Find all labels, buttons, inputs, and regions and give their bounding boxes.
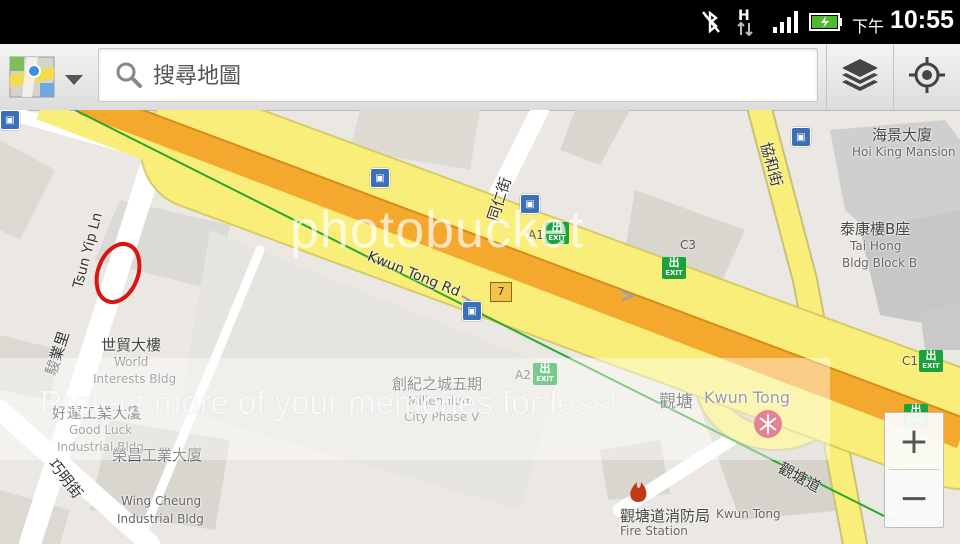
place-fire-station-zh: 觀塘道消防局 (620, 507, 711, 525)
search-icon (115, 61, 143, 93)
maps-toolbar (0, 44, 960, 111)
my-location-button[interactable] (893, 44, 960, 110)
bus-stop-icon[interactable]: ▣ (370, 168, 390, 188)
map-search-field[interactable] (98, 48, 818, 102)
signal-icon (770, 8, 802, 36)
place-fire-station-en2: Fire Station (620, 524, 688, 538)
app-menu-button[interactable] (0, 44, 92, 110)
map-canvas[interactable]: Kwun Tong Rd 7 Tsun Yip Ln 駿業里 協和街 同仁街 巧… (0, 110, 960, 544)
exit-icon[interactable]: 出EXIT (662, 257, 686, 279)
place-tai-hong-en2: Bldg Block B (842, 256, 918, 270)
layers-icon (840, 57, 880, 97)
my-location-icon (908, 56, 946, 98)
battery-charging-icon (808, 8, 844, 36)
place-tai-hong-en1: Tai Hong (850, 239, 902, 253)
route-badge: 7 (490, 282, 512, 302)
exit-icon[interactable]: 出EXIT (919, 350, 943, 372)
hspa-data-icon: H (735, 8, 757, 37)
watermark-text: Protect more of your memories for less! (40, 384, 618, 421)
exit-label-c3: C3 (680, 238, 697, 252)
place-hoi-king-en: Hoi King Mansion (852, 145, 956, 159)
place-world-interests-zh: 世貿大樓 (101, 336, 162, 354)
watermark-logo: photobucket (290, 201, 585, 259)
exit-label-c1: C1 (902, 354, 919, 368)
layers-button[interactable] (826, 44, 893, 110)
status-clock: 10:55 (890, 6, 954, 34)
building-block (0, 140, 55, 240)
svg-text:H: H (738, 8, 750, 24)
bus-stop-icon[interactable]: ▣ (0, 110, 20, 130)
place-wing-cheung-en1: Wing Cheung (121, 494, 202, 508)
bus-stop-icon[interactable]: ▣ (791, 127, 811, 147)
status-ampm: 下午 (852, 17, 885, 36)
building-block (920, 305, 960, 350)
zoom-controls: + − (884, 412, 944, 528)
zoom-in-button[interactable]: + (885, 413, 943, 469)
place-tai-hong-zh: 泰康樓B座 (840, 220, 911, 238)
bluetooth-off-icon (698, 8, 724, 36)
watermark-banner: Protect more of your memories for less! (0, 358, 830, 460)
zoom-out-button[interactable]: − (885, 470, 943, 526)
status-bar: H 下午 10:55 (0, 0, 960, 44)
maps-app-icon (8, 53, 56, 101)
place-hoi-king-zh: 海景大廈 (872, 126, 933, 144)
building-block (560, 110, 630, 165)
place-wing-cheung-en2: Industrial Bldg (117, 512, 204, 526)
search-input[interactable] (151, 57, 795, 95)
bus-stop-icon[interactable]: ▣ (462, 301, 482, 321)
dropdown-caret-icon (64, 71, 84, 90)
place-fire-station-en1: Kwun Tong (716, 507, 781, 521)
